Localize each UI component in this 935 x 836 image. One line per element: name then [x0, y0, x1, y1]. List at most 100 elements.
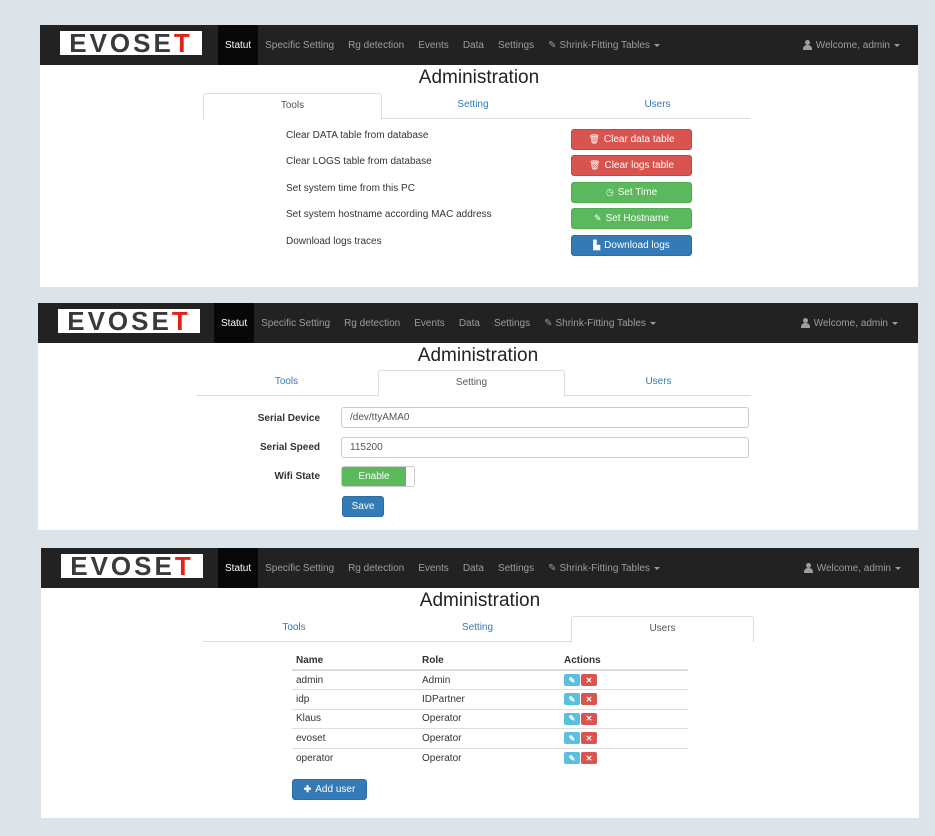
nav-shrink-fitting-dropdown[interactable]: ✎ Shrink-Fitting Tables — [541, 25, 667, 65]
plus-icon: ✚ — [303, 784, 312, 794]
user-actions: ✎ ✕ — [560, 669, 688, 690]
column-actions: Actions — [560, 652, 688, 671]
evoset-logo[interactable]: EVOSE T — [60, 30, 202, 56]
caret-down-icon — [649, 321, 656, 325]
setting-panel: EVOSE T Statut Specific Setting Rg detect… — [38, 303, 918, 530]
delete-icon[interactable]: ✕ — [581, 752, 597, 764]
nav-rg-detection[interactable]: Rg detection — [337, 303, 407, 343]
tab-users[interactable]: Users — [571, 616, 754, 643]
user-icon — [803, 563, 813, 573]
user-name: operator — [292, 747, 418, 768]
user-actions: ✎ ✕ — [560, 689, 688, 709]
tab-setting[interactable]: Setting — [383, 93, 563, 119]
pencil-icon: ✎ — [594, 213, 602, 223]
nav-events[interactable]: Events — [411, 25, 456, 65]
wifi-enable-label: Enable — [342, 467, 406, 486]
edit-icon[interactable]: ✎ — [564, 732, 580, 745]
user-name: Klaus — [292, 708, 418, 729]
nav-rg-detection[interactable]: Rg detection — [341, 25, 411, 65]
nav-events[interactable]: Events — [411, 548, 456, 588]
save-button[interactable]: Save — [342, 496, 384, 517]
edit-icon[interactable]: ✎ — [564, 752, 580, 764]
table-row: admin Admin ✎ ✕ — [292, 669, 688, 690]
nav-shrink-fitting-dropdown[interactable]: ✎ Shrink-Fitting Tables — [541, 548, 667, 588]
add-user-button[interactable]: ✚ Add user — [292, 779, 367, 800]
table-row: idp IDPartner ✎ ✕ — [292, 689, 688, 709]
clear-data-table-button[interactable]: 🗑 Clear data table — [571, 129, 692, 150]
table-header-row: Name Role Actions — [292, 652, 688, 671]
caret-down-icon — [653, 566, 660, 570]
delete-icon[interactable]: ✕ — [581, 712, 597, 725]
users-table: Name Role Actions admin Admin ✎ ✕ idp IDP… — [292, 652, 688, 768]
tab-setting[interactable]: Setting — [386, 616, 569, 642]
table-row: evoset Operator ✎ ✕ — [292, 728, 688, 748]
nav-menu: Statut Specific Setting Rg detection Eve… — [214, 303, 663, 343]
edit-icon[interactable]: ✎ — [564, 693, 580, 706]
wifi-state-label: Wifi State — [274, 471, 320, 482]
user-actions: ✎ ✕ — [560, 728, 688, 748]
tools-panel: EVOSE T Statut Specific Setting Rg detect… — [40, 25, 918, 287]
pencil-icon: ✎ — [548, 39, 557, 51]
user-menu[interactable]: Welcome, admin — [802, 25, 900, 65]
trash-icon: 🗑 — [588, 134, 600, 144]
user-role: Admin — [418, 669, 560, 690]
nav-rg-detection[interactable]: Rg detection — [341, 548, 411, 588]
nav-settings[interactable]: Settings — [491, 25, 541, 65]
user-role: IDPartner — [418, 689, 560, 709]
tab-tools[interactable]: Tools — [203, 93, 382, 120]
user-menu[interactable]: Welcome, admin — [800, 303, 898, 343]
caret-down-icon — [894, 43, 900, 47]
user-menu[interactable]: Welcome, admin — [803, 548, 901, 588]
page-title: Administration — [419, 590, 541, 611]
tab-users[interactable]: Users — [564, 93, 751, 119]
nav-shrink-fitting-dropdown[interactable]: ✎ Shrink-Fitting Tables — [537, 303, 663, 343]
nav-data[interactable]: Data — [452, 303, 487, 343]
tab-tools[interactable]: Tools — [203, 616, 385, 642]
caret-down-icon — [653, 43, 660, 47]
nav-events[interactable]: Events — [407, 303, 452, 343]
tab-tools[interactable]: Tools — [196, 370, 377, 396]
tab-setting[interactable]: Setting — [378, 370, 565, 397]
wifi-state-toggle[interactable]: Enable — [341, 466, 415, 487]
nav-menu: Statut Specific Setting Rg detection Eve… — [218, 548, 667, 588]
nav-settings[interactable]: Settings — [487, 303, 537, 343]
tab-users[interactable]: Users — [566, 370, 751, 396]
clear-logs-table-button[interactable]: 🗑 Clear logs table — [571, 155, 692, 176]
nav-statut[interactable]: Statut — [218, 25, 259, 65]
download-logs-button[interactable]: ▙ Download logs — [571, 235, 692, 256]
admin-tabs: Tools Setting Users — [196, 370, 751, 397]
delete-icon[interactable]: ✕ — [581, 732, 597, 745]
set-time-button[interactable]: ◷ Set Time — [571, 182, 692, 203]
nav-statut[interactable]: Statut — [218, 548, 259, 588]
set-hostname-label: Set system hostname according MAC addres… — [286, 209, 492, 220]
table-row: Klaus Operator ✎ ✕ — [292, 708, 688, 729]
edit-icon[interactable]: ✎ — [564, 712, 580, 725]
edit-icon[interactable]: ✎ — [564, 674, 580, 686]
delete-icon[interactable]: ✕ — [581, 693, 597, 706]
column-name: Name — [292, 652, 418, 671]
file-icon: ▙ — [593, 240, 601, 250]
navbar: EVOSE T Statut Specific Setting Rg detect… — [38, 303, 918, 343]
user-icon — [800, 318, 810, 328]
delete-icon[interactable]: ✕ — [581, 674, 597, 686]
set-hostname-button[interactable]: ✎ Set Hostname — [571, 208, 692, 229]
user-role: Operator — [418, 708, 560, 729]
evoset-logo[interactable]: EVOSE T — [61, 553, 203, 579]
nav-data[interactable]: Data — [456, 25, 491, 65]
nav-settings[interactable]: Settings — [491, 548, 541, 588]
nav-specific-setting[interactable]: Specific Setting — [258, 25, 341, 65]
admin-tabs: Tools Setting Users — [203, 616, 754, 643]
user-role: Operator — [418, 747, 560, 768]
nav-specific-setting[interactable]: Specific Setting — [258, 548, 341, 588]
user-name: evoset — [292, 728, 418, 748]
serial-speed-input[interactable] — [341, 437, 749, 458]
evoset-logo[interactable]: EVOSE T — [58, 308, 200, 334]
serial-device-input[interactable] — [341, 407, 749, 428]
nav-data[interactable]: Data — [456, 548, 491, 588]
user-name: idp — [292, 689, 418, 709]
nav-specific-setting[interactable]: Specific Setting — [254, 303, 337, 343]
caret-down-icon — [892, 321, 898, 325]
navbar: EVOSE T Statut Specific Setting Rg detect… — [40, 25, 918, 65]
page-title: Administration — [417, 345, 539, 366]
nav-statut[interactable]: Statut — [214, 303, 255, 343]
